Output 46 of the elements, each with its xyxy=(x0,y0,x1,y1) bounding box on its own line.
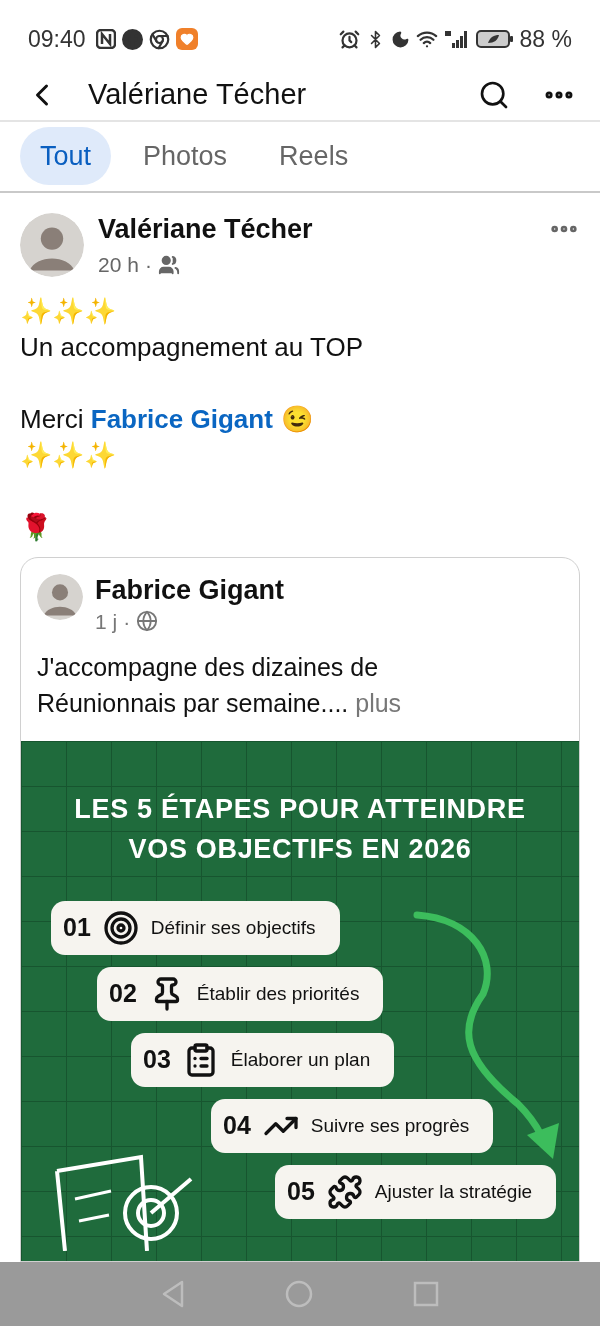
post-time: 1 j xyxy=(95,608,118,635)
moon-icon xyxy=(390,29,410,49)
more-link[interactable]: plus xyxy=(355,689,402,717)
post-text: J'accompagne des dizaines de Réunionnais par semaine.... plus xyxy=(37,652,403,719)
post-time: 20 h xyxy=(98,252,139,278)
clock-text: 09:40 xyxy=(28,24,86,54)
step-label: Établir des priorités xyxy=(196,981,361,1006)
globe-icon xyxy=(136,610,159,633)
avatar[interactable] xyxy=(20,213,84,277)
app-icon xyxy=(175,28,198,51)
emoji-text: ✨✨✨ xyxy=(20,438,116,472)
target-icon xyxy=(102,910,139,946)
tab[interactable]: Photos xyxy=(123,127,248,186)
separator-dot: · xyxy=(123,608,131,635)
alarm-icon xyxy=(338,28,360,50)
step-label: Ajuster la stratégie xyxy=(374,1179,534,1204)
signal-icon xyxy=(443,29,470,50)
emoji-text: 🌹 xyxy=(20,510,52,544)
step-label: Définir ses objectifs xyxy=(150,915,317,940)
chrome-icon xyxy=(148,28,170,50)
step-number: 01 xyxy=(63,912,91,944)
battery-text: 88 % xyxy=(519,24,572,54)
tab[interactable]: Tout xyxy=(20,127,112,186)
puzzle-icon xyxy=(326,1174,363,1210)
tab[interactable]: Reels xyxy=(259,127,369,186)
separator-dot: · xyxy=(144,252,152,278)
nfc-icon xyxy=(95,29,116,50)
infographic-title: VOS OBJECTIFS EN 2026 xyxy=(128,833,472,866)
emoji-text: 😉 xyxy=(280,402,313,436)
page-title: Valériane Técher xyxy=(88,77,307,113)
step-number: 05 xyxy=(287,1176,315,1208)
avatar[interactable] xyxy=(37,573,83,620)
battery-icon xyxy=(475,29,514,50)
step-number: 03 xyxy=(143,1044,171,1076)
step-number: 04 xyxy=(223,1110,251,1142)
infographic-title: LES 5 ÉTAPES POUR ATTEINDRE xyxy=(74,792,526,826)
step-number: 02 xyxy=(109,978,137,1010)
mention-link[interactable]: Fabrice Gigant xyxy=(90,400,273,437)
step-label: Suivre ses progrès xyxy=(310,1113,471,1138)
friends-icon xyxy=(157,253,180,276)
author-name[interactable]: Valériane Técher xyxy=(98,213,313,245)
post-text: Un accompagnement au TOP xyxy=(20,330,363,364)
post-text: Merci xyxy=(20,402,85,436)
author-name[interactable]: Fabrice Gigant xyxy=(95,573,285,606)
emoji-text: ✨✨✨ xyxy=(20,294,116,328)
step-label: Élaborer un plan xyxy=(230,1047,372,1072)
